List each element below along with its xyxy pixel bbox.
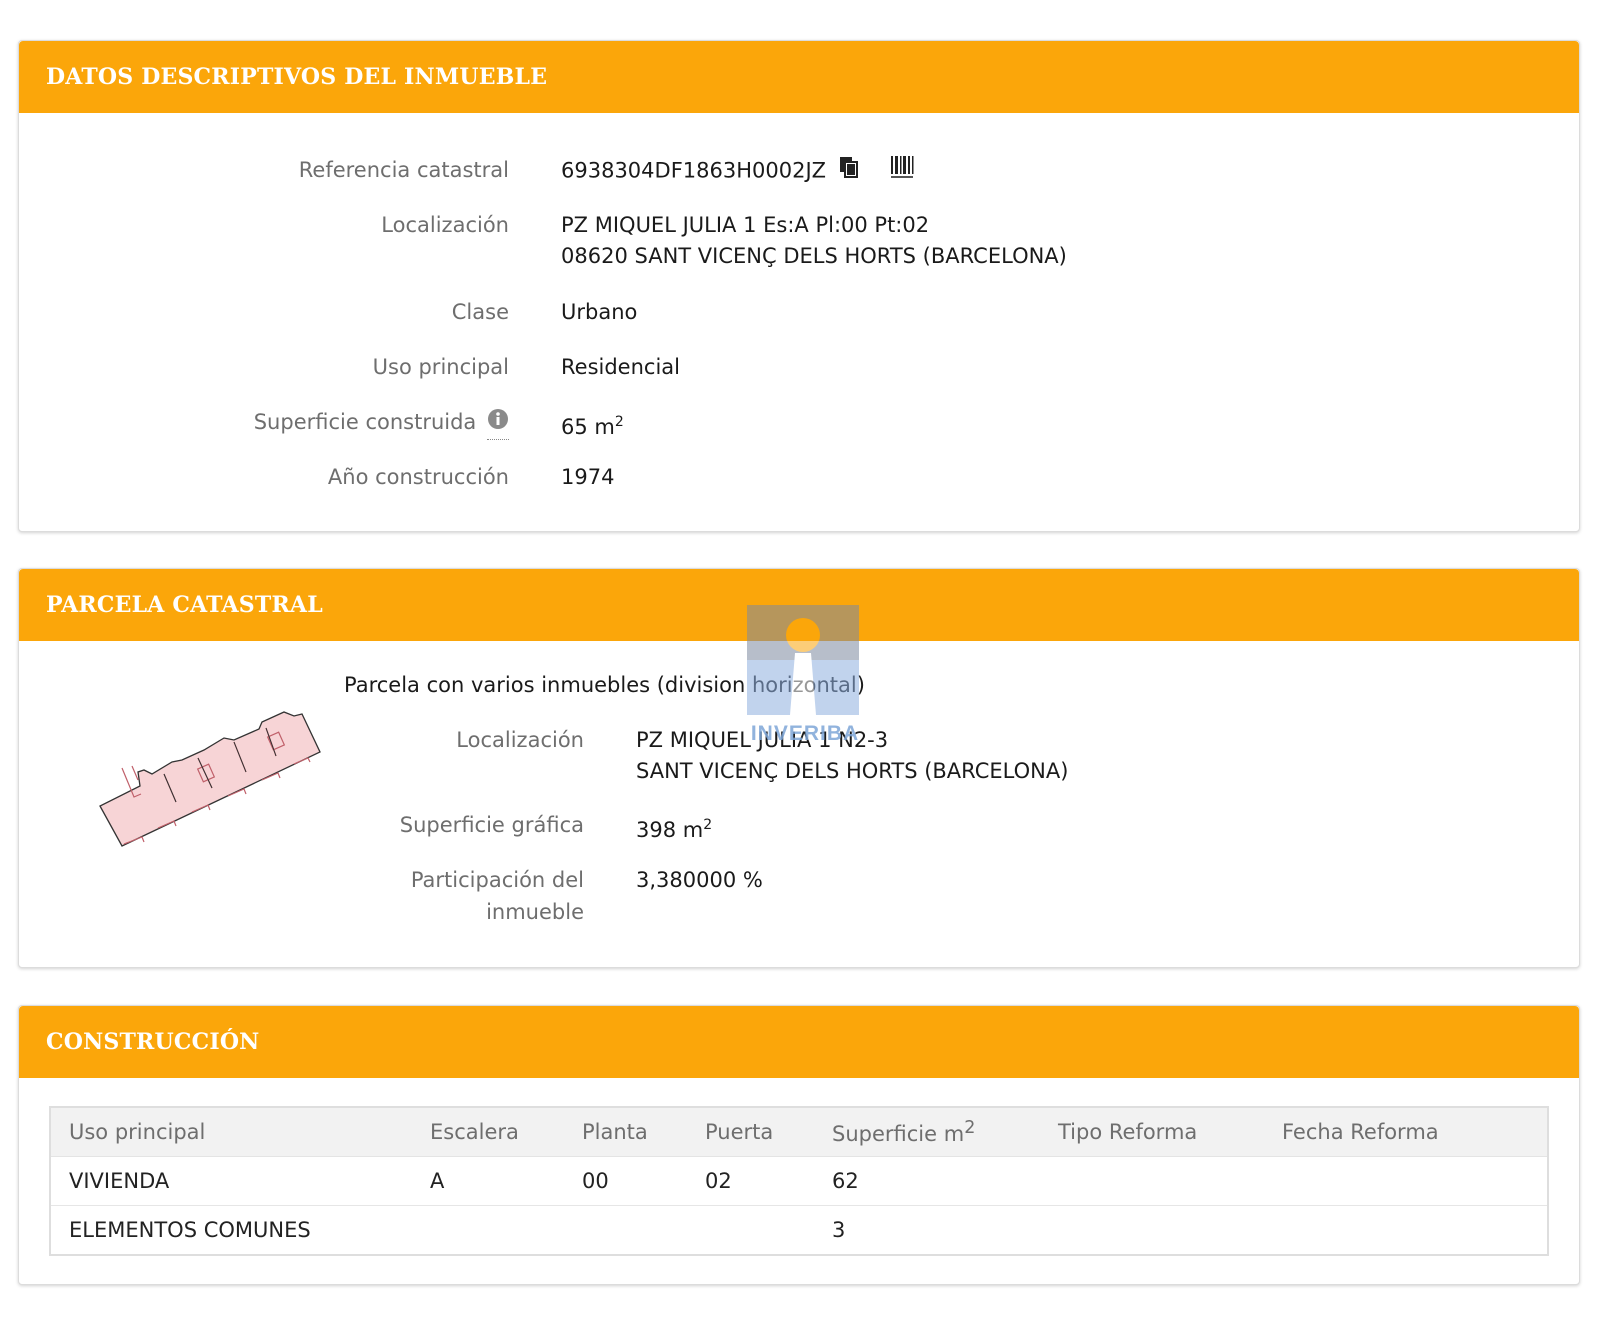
cell-uso: ELEMENTOS COMUNES [50,1205,412,1255]
uso-principal-label: Uso principal [372,355,509,379]
cell-planta [564,1205,687,1255]
participacion-label-line2: inmueble [486,900,584,924]
cell-uso: VIVIENDA [50,1156,412,1206]
localizacion-line2: 08620 SANT VICENÇ DELS HORTS (BARCELONA) [561,244,1067,268]
participacion-label: Participación del inmueble [411,864,584,928]
col-superficie-sup: 2 [964,1118,976,1138]
construccion-table: Uso principal Escalera Planta Puerta Sup… [49,1106,1549,1256]
cell-tipo-reforma [1040,1156,1264,1206]
superficie-construida-label: Superficie construida [254,406,509,440]
superficie-construida-number: 65 m [561,415,615,439]
cell-superficie: 3 [814,1205,1040,1255]
superficie-grafica-unit-sup: 2 [703,817,713,833]
col-uso-principal: Uso principal [50,1107,412,1157]
parcela-localizacion-line2: SANT VICENÇ DELS HORTS (BARCELONA) [636,759,1069,783]
datos-header: DATOS DESCRIPTIVOS DEL INMUEBLE [19,41,1579,113]
cell-fecha-reforma [1264,1205,1548,1255]
construccion-header: CONSTRUCCIÓN [19,1006,1579,1078]
col-superficie: Superficie m2 [814,1107,1040,1157]
referencia-value: 6938304DF1863H0002JZ [561,154,915,189]
table-row: VIVIENDA A 00 02 62 [50,1156,1548,1206]
col-planta: Planta [564,1107,687,1157]
cell-tipo-reforma [1040,1205,1264,1255]
anio-construccion-label: Año construcción [327,465,509,489]
clase-label: Clase [451,300,509,324]
col-escalera: Escalera [412,1107,564,1157]
datos-descriptivos-panel: DATOS DESCRIPTIVOS DEL INMUEBLE Referenc… [18,40,1580,532]
superficie-grafica-value: 398 m2 [636,809,712,846]
construccion-panel: CONSTRUCCIÓN Uso principal Escalera Plan… [18,1005,1580,1285]
copy-icon[interactable] [837,155,861,188]
clase-value: Urbano [561,300,638,324]
uso-principal-value: Residencial [561,355,680,379]
cell-fecha-reforma [1264,1156,1548,1206]
col-fecha-reforma: Fecha Reforma [1264,1107,1548,1157]
referencia-text: 6938304DF1863H0002JZ [561,158,827,183]
construccion-title: CONSTRUCCIÓN [46,1029,260,1055]
localizacion-label: Localización [381,213,509,237]
anio-construccion-value: 1974 [561,465,615,489]
datos-title: DATOS DESCRIPTIVOS DEL INMUEBLE [46,64,548,90]
superficie-grafica-label: Superficie gráfica [399,813,584,837]
superficie-grafica-number: 398 m [636,818,704,842]
table-header-row: Uso principal Escalera Planta Puerta Sup… [50,1107,1548,1157]
cell-escalera: A [412,1156,564,1206]
superficie-construida-unit-sup: 2 [614,414,624,430]
cell-escalera [412,1205,564,1255]
referencia-label: Referencia catastral [298,158,509,182]
superficie-construida-text: Superficie construida [253,410,477,434]
col-puerta: Puerta [687,1107,814,1157]
cell-puerta [687,1205,814,1255]
superficie-construida-value: 65 m2 [561,406,624,443]
participacion-label-line1: Participación del [410,868,584,892]
watermark-text: INVERIBA [750,722,860,745]
table-row: ELEMENTOS COMUNES 3 [50,1205,1548,1255]
participacion-value: 3,380000 % [636,868,763,892]
cell-planta: 00 [564,1156,687,1206]
parcela-localizacion-label: Localización [456,728,584,752]
inveriba-logo [747,605,859,715]
parcel-map-thumbnail[interactable] [94,704,339,854]
parcela-title: PARCELA CATASTRAL [46,592,323,618]
col-tipo-reforma: Tipo Reforma [1040,1107,1264,1157]
col-superficie-text: Superficie m [832,1122,965,1146]
cell-superficie: 62 [814,1156,1040,1206]
localizacion-line1: PZ MIQUEL JULIA 1 Es:A Pl:00 Pt:02 [561,213,930,237]
barcode-icon[interactable] [889,154,915,189]
info-icon[interactable] [487,407,509,440]
cell-puerta: 02 [687,1156,814,1206]
